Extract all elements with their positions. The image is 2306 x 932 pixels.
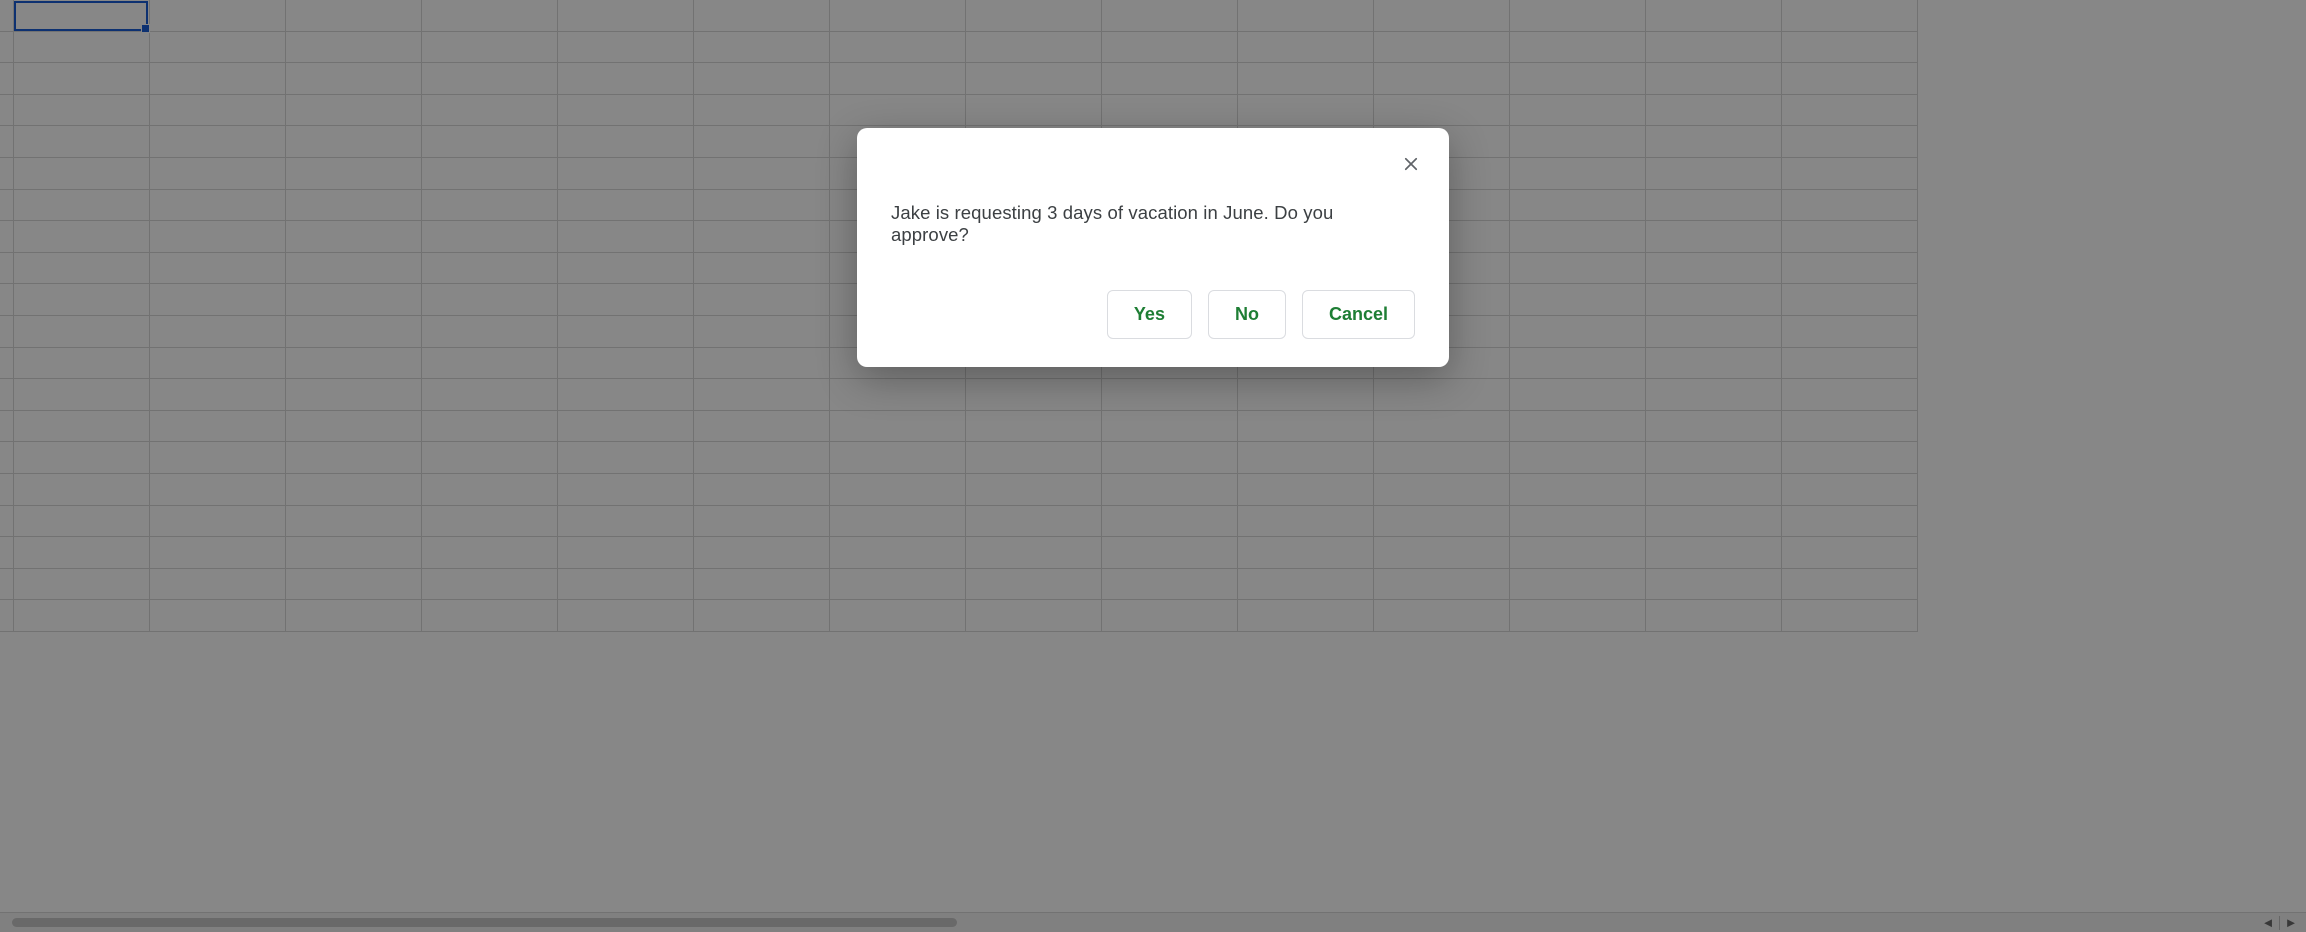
confirm-dialog: Jake is requesting 3 days of vacation in… [857,128,1449,367]
dialog-button-row: Yes No Cancel [891,290,1415,339]
no-button[interactable]: No [1208,290,1286,339]
close-icon[interactable] [1395,148,1427,180]
yes-button[interactable]: Yes [1107,290,1192,339]
cancel-button[interactable]: Cancel [1302,290,1415,339]
dialog-message: Jake is requesting 3 days of vacation in… [891,202,1415,246]
modal-backdrop[interactable]: Jake is requesting 3 days of vacation in… [0,0,2306,932]
